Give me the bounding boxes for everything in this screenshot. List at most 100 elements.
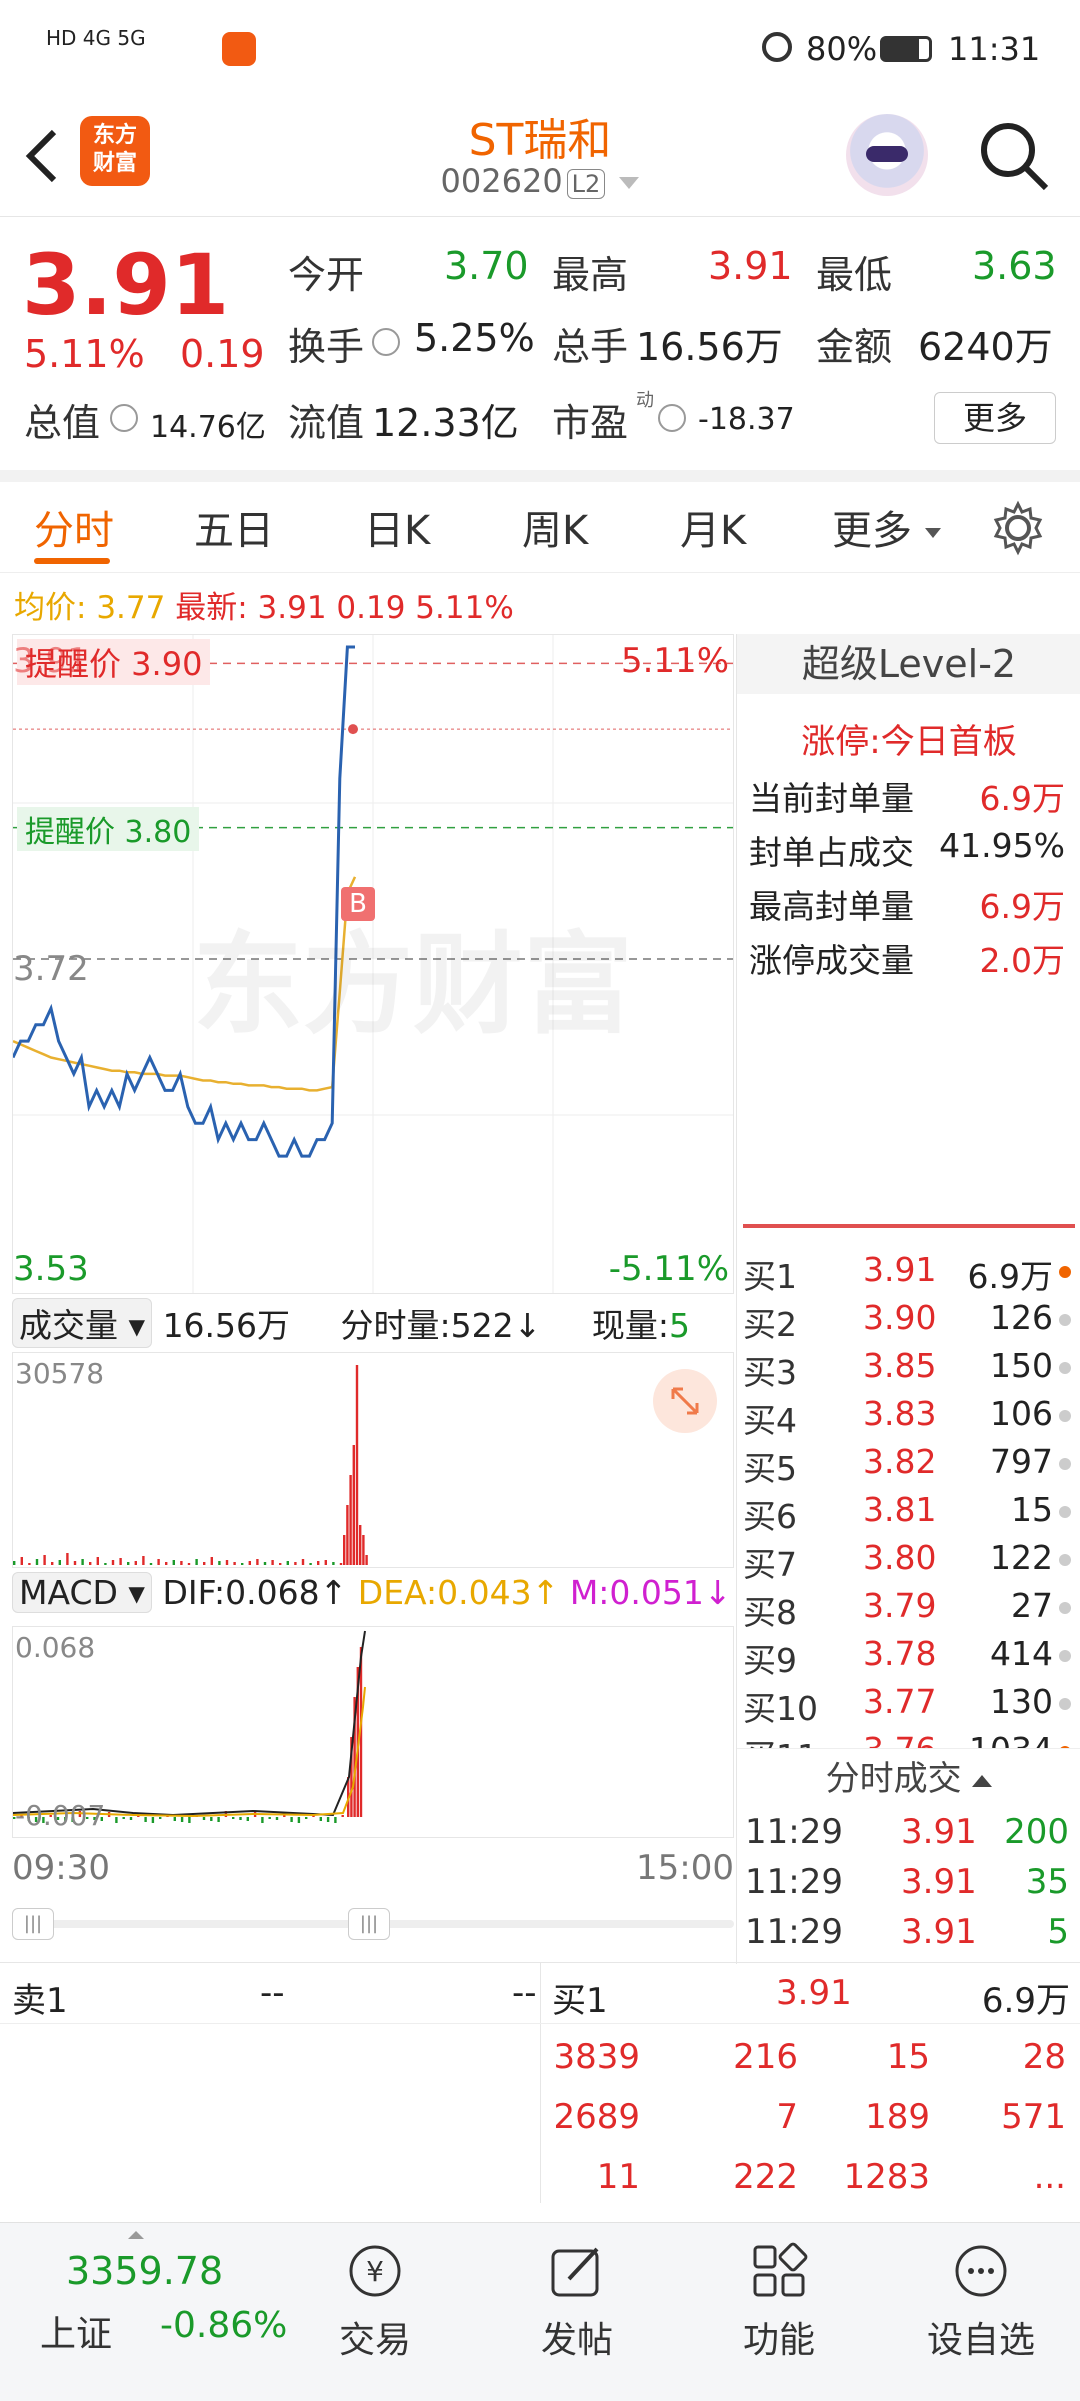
latest-percent: 5.11% <box>415 590 514 626</box>
bid-row[interactable]: 买6 3.81 15 <box>743 1490 1077 1538</box>
macd-bar <box>239 1817 242 1820</box>
info-icon[interactable] <box>372 328 400 356</box>
trades-header[interactable]: 分时成交 <box>737 1748 1080 1809</box>
macd-bar <box>122 1817 125 1819</box>
bid-row[interactable]: 买10 3.77 130 <box>743 1682 1077 1730</box>
nav-functions[interactable]: 功能 <box>704 2223 854 2363</box>
buy-marker[interactable]: B <box>341 887 375 921</box>
info-icon[interactable] <box>110 404 138 432</box>
volume-bar <box>365 1555 368 1565</box>
nav-add-watchlist[interactable]: 设自选 <box>906 2223 1056 2363</box>
divider <box>0 2023 1080 2024</box>
nav-post[interactable]: 发帖 <box>502 2223 652 2363</box>
macd-header: MACD ▾ DIF:0.068↑ DEA:0.043↑ M:0.051↓ <box>12 1572 734 1622</box>
bid-row[interactable]: 买1 3.91 6.9万 <box>743 1250 1077 1298</box>
bid-level: 买6 <box>743 1497 797 1536</box>
tab-weekly-k[interactable]: 周K <box>522 498 588 556</box>
range-slider[interactable]: ||| ||| <box>12 1906 734 1942</box>
more-button[interactable]: 更多 <box>934 392 1056 444</box>
expand-icon[interactable] <box>653 1369 717 1433</box>
queue-order: 1283 <box>843 2157 930 2197</box>
level2-panel: 超级Level-2 涨停:今日首板 当前封单量 6.9万 封单占成交 41.95% … <box>736 634 1080 1964</box>
bid-row[interactable]: 买4 3.83 106 <box>743 1394 1077 1442</box>
slider-handle-right[interactable]: ||| <box>348 1908 390 1940</box>
search-icon[interactable] <box>976 118 1052 194</box>
sell1-qty: -- <box>512 1973 537 2013</box>
watermark: 东方财富 <box>193 921 633 1049</box>
volume-bar <box>81 1559 84 1565</box>
network-indicator: HD 4G 5G <box>46 26 146 50</box>
bid-row[interactable]: 买5 3.82 797 <box>743 1442 1077 1490</box>
low-label: 最低 <box>816 253 893 297</box>
volume-bar <box>195 1559 198 1565</box>
sell1-label: 卖1 <box>12 1981 68 2021</box>
bid-level: 买4 <box>743 1401 797 1440</box>
intraday-chart[interactable]: 东方财富 提醒价 3.90 3.91 5.11% 提醒价 3.80 3.72 3… <box>12 634 734 1294</box>
macd-max: 0.068 <box>15 1631 96 1664</box>
stock-code: 002620 <box>440 162 563 200</box>
macd-select[interactable]: MACD ▾ <box>12 1572 152 1613</box>
volume-bar <box>324 1560 327 1565</box>
volume-bar <box>263 1562 267 1565</box>
tab-five-day[interactable]: 五日 <box>194 498 274 556</box>
macd-bar <box>144 1817 147 1822</box>
bid-level: 买1 <box>743 1257 797 1296</box>
volume-chart[interactable]: 30578 <box>12 1352 734 1568</box>
bid-row[interactable]: 买2 3.90 126 <box>743 1298 1077 1346</box>
bid-quantity: 797 <box>990 1442 1053 1481</box>
nav-trade[interactable]: ¥ 交易 <box>300 2223 450 2363</box>
tab-monthly-k[interactable]: 月K <box>680 498 746 556</box>
tab-more[interactable]: 更多 <box>832 498 941 556</box>
volume-bar <box>127 1562 130 1565</box>
bid-dot-icon <box>1059 1506 1071 1518</box>
info-icon[interactable] <box>658 404 686 432</box>
tab-daily-k[interactable]: 日K <box>364 498 430 556</box>
bid-price: 3.81 <box>863 1490 937 1529</box>
bid-price: 3.76 <box>863 1730 936 1748</box>
robot-assistant-icon[interactable] <box>846 114 928 196</box>
macd-chart[interactable]: 0.068 -0.007 <box>12 1626 734 1838</box>
divider <box>540 1963 541 2203</box>
buy1-qty: 6.9万 <box>981 1981 1070 2021</box>
alert-low-tag[interactable]: 提醒价 3.80 <box>17 807 200 851</box>
macd-bar <box>180 1817 184 1822</box>
bid-price: 3.90 <box>863 1298 937 1337</box>
level-badge: L2 <box>566 169 606 199</box>
bid-row[interactable]: 买8 3.79 27 <box>743 1586 1077 1634</box>
bid-price: 3.80 <box>863 1538 937 1577</box>
volume-bar <box>362 1535 365 1565</box>
index-percent: -0.86% <box>160 2305 288 2346</box>
volume-bar <box>346 1505 349 1565</box>
tab-intraday[interactable]: 分时 <box>34 498 114 556</box>
volume-bar <box>187 1563 191 1565</box>
bid-row[interactable]: 买11 3.76 1034 <box>743 1730 1077 1748</box>
order-queue: 卖1 -- -- 买1 3.91 6.9万 3839 216 15 28 2689 7 18… <box>0 1962 1080 2203</box>
bid-quantity: 122 <box>990 1538 1053 1577</box>
bid-quantity: 1034 <box>969 1730 1053 1748</box>
queue-order: 216 <box>733 2037 798 2077</box>
alarm-icon <box>762 32 792 62</box>
bid-quantity: 6.9万 <box>967 1257 1053 1296</box>
queue-order: 2689 <box>553 2097 640 2137</box>
dea-value: DEA:0.043 <box>357 1573 532 1612</box>
volume-bar <box>20 1557 23 1565</box>
slider-handle-left[interactable]: ||| <box>12 1908 54 1940</box>
bid-dot-icon <box>1059 1314 1071 1326</box>
trade-volume: 5 <box>1047 1912 1069 1952</box>
volume-bar <box>286 1561 289 1565</box>
volume-max: 30578 <box>15 1357 105 1390</box>
bid-quantity: 414 <box>990 1634 1053 1673</box>
bid-row[interactable]: 买9 3.78 414 <box>743 1634 1077 1682</box>
queue-order: 28 <box>1022 2037 1066 2077</box>
tick-arrow: ↓ <box>513 1306 542 1345</box>
bid-row[interactable]: 买3 3.85 150 <box>743 1346 1077 1394</box>
bid-row[interactable]: 买7 3.80 122 <box>743 1538 1077 1586</box>
macd-bar <box>173 1817 176 1821</box>
volume-bar <box>73 1561 77 1565</box>
index-ticker[interactable]: 3359.78 上证 -0.86% <box>0 2223 287 2401</box>
volume-bar <box>172 1560 175 1565</box>
indicator-select[interactable]: 成交量 ▾ <box>12 1298 153 1348</box>
bid-level: 买7 <box>743 1545 797 1584</box>
nav-label: 交易 <box>338 2320 411 2361</box>
gear-icon[interactable] <box>990 500 1046 556</box>
